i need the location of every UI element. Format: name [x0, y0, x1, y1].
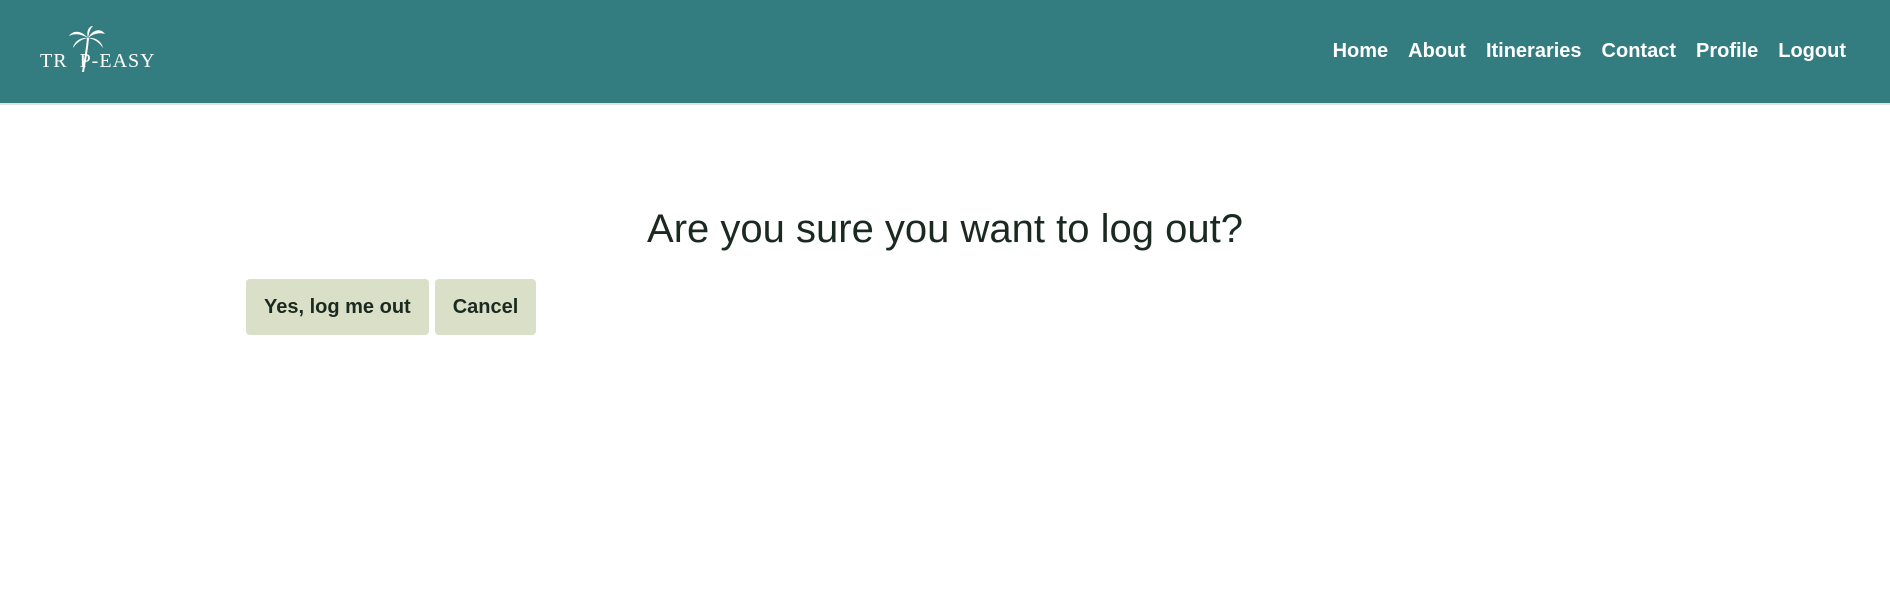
button-row: Yes, log me out Cancel [246, 279, 537, 335]
nav-links: Home About Itineraries Contact Profile L… [1333, 40, 1846, 63]
nav-about[interactable]: About [1408, 40, 1466, 63]
logo-text: TR P-EASY [40, 50, 156, 72]
nav-itineraries[interactable]: Itineraries [1486, 40, 1582, 63]
nav-profile[interactable]: Profile [1696, 40, 1758, 63]
confirm-logout-button[interactable]: Yes, log me out [246, 279, 429, 335]
nav-contact[interactable]: Contact [1602, 40, 1676, 63]
navbar: TR P-EASY Home About Itineraries Contact … [0, 0, 1890, 105]
logo[interactable]: TR P-EASY [40, 26, 162, 74]
cancel-button[interactable]: Cancel [434, 279, 537, 335]
logout-heading: Are you sure you want to log out? [647, 207, 1243, 251]
nav-logout[interactable]: Logout [1778, 40, 1846, 63]
nav-home[interactable]: Home [1333, 40, 1389, 63]
